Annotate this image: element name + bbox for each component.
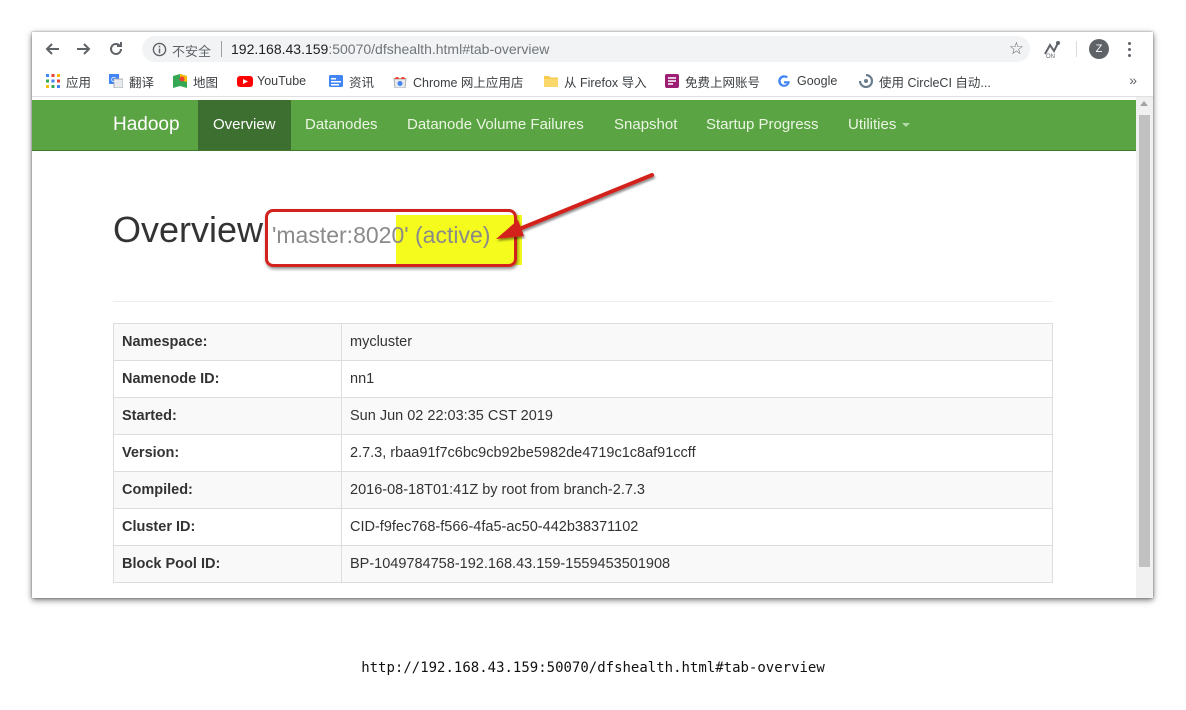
url-caption: http://192.168.43.159:50070/dfshealth.ht… — [361, 660, 825, 676]
annotation-arrow — [496, 173, 654, 239]
arrow-head — [496, 220, 524, 239]
arrow-shaft — [510, 173, 654, 234]
